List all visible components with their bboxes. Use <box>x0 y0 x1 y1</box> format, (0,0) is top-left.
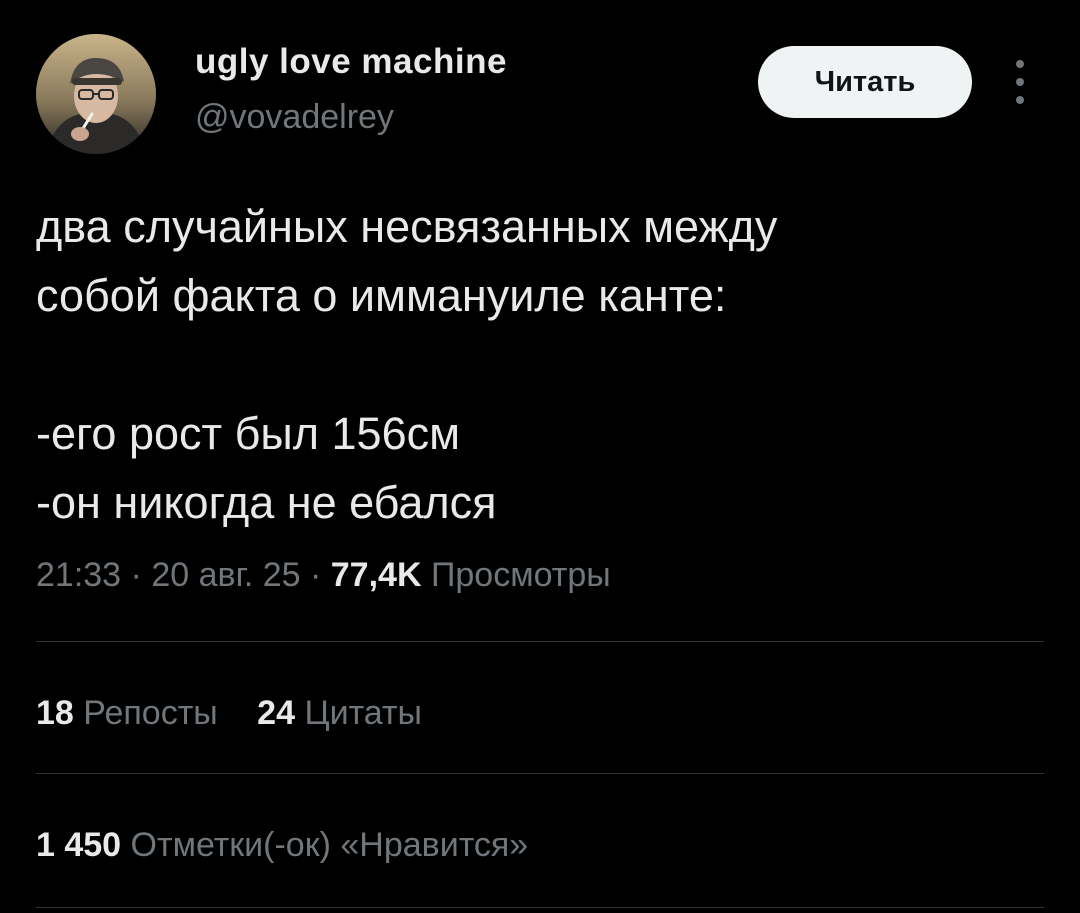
likes-stat[interactable]: 1 450 Отметки(-ок) «Нравится» <box>36 826 528 865</box>
likes-count: 1 450 <box>36 826 122 864</box>
reposts-count: 18 <box>36 694 74 732</box>
likes-row: 1 450 Отметки(-ок) «Нравится» <box>36 826 528 865</box>
reposts-stat[interactable]: 18 Репосты <box>36 694 218 733</box>
meta-separator: · <box>130 556 142 594</box>
tweet-text-line: собой факта о иммануиле канте: <box>36 270 727 321</box>
avatar-photo <box>36 34 156 154</box>
tweet-detail: ugly love machine @vovadelrey Читать два… <box>0 0 1080 913</box>
quotes-label: Цитаты <box>304 694 422 732</box>
tweet-text-blank-line <box>36 330 1046 399</box>
more-vertical-icon[interactable] <box>1006 60 1034 104</box>
reposts-label: Репосты <box>83 694 218 732</box>
author-display-name[interactable]: ugly love machine <box>195 42 507 82</box>
meta-separator: · <box>309 556 322 594</box>
views-label: Просмотры <box>430 556 611 594</box>
quotes-count: 24 <box>257 694 295 732</box>
author-handle[interactable]: @vovadelrey <box>195 98 394 137</box>
tweet-text: два случайных несвязанных между собой фа… <box>36 192 1046 537</box>
follow-button[interactable]: Читать <box>758 46 972 118</box>
divider <box>36 641 1044 642</box>
views-count: 77,4K <box>330 556 422 594</box>
divider <box>36 773 1044 774</box>
avatar[interactable] <box>36 34 156 154</box>
more-dot <box>1016 78 1024 86</box>
tweet-text-line: -он никогда не ебался <box>36 477 497 528</box>
tweet-time[interactable]: 21:33 <box>36 556 121 594</box>
tweet-meta: 21:33 · 20 авг. 25 · 77,4K Просмотры <box>36 556 611 595</box>
more-dot <box>1016 96 1024 104</box>
quotes-stat[interactable]: 24 Цитаты <box>257 694 422 733</box>
likes-label: Отметки(-ок) «Нравится» <box>130 826 529 864</box>
more-dot <box>1016 60 1024 68</box>
divider <box>36 907 1044 908</box>
engagement-row: 18 Репосты 24 Цитаты <box>36 694 422 733</box>
tweet-text-line: -его рост был 156см <box>36 408 461 459</box>
tweet-text-line: два случайных несвязанных между <box>36 201 778 252</box>
tweet-date[interactable]: 20 авг. 25 <box>151 556 300 594</box>
